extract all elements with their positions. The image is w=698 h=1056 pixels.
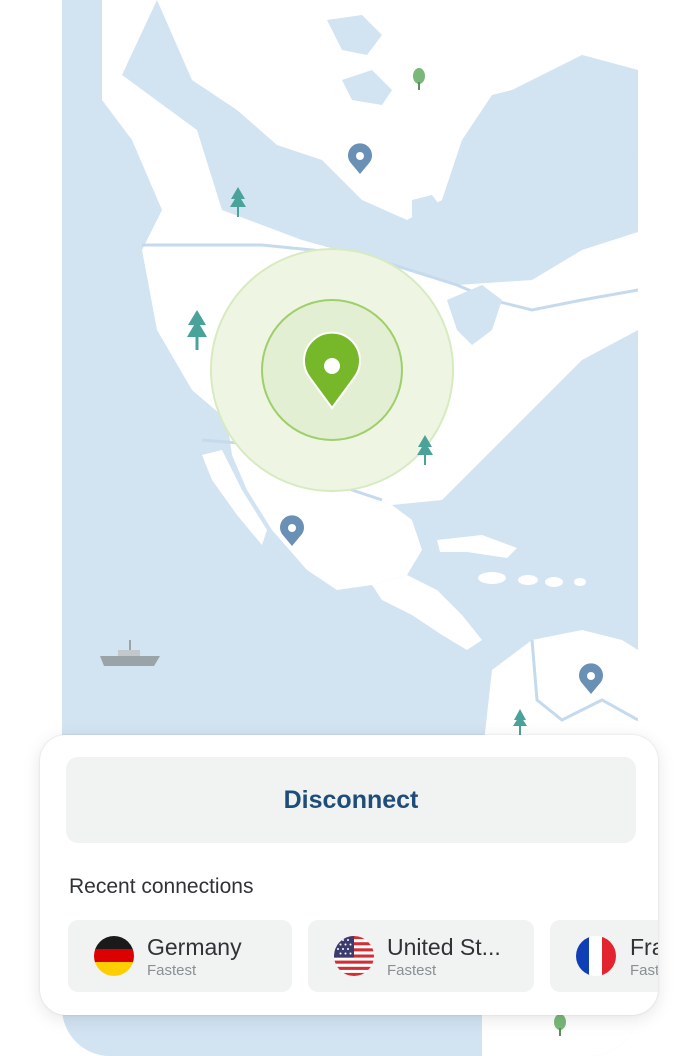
connection-panel: Disconnect Recent connections Germany Fa… — [40, 735, 658, 1015]
usa-flag-icon — [334, 936, 374, 976]
connection-country: Germany — [147, 934, 242, 960]
disconnect-button[interactable]: Disconnect — [66, 757, 636, 843]
land-island — [545, 577, 563, 587]
connection-country: Fra — [630, 934, 658, 960]
connection-country: United St... — [387, 934, 501, 960]
water-bay — [407, 195, 447, 265]
connection-server: Fastest — [387, 962, 437, 979]
land-island — [478, 572, 506, 584]
connection-server: Fast — [630, 962, 658, 979]
ship-icon — [100, 640, 160, 666]
germany-flag-icon — [94, 936, 134, 976]
tree-icon — [230, 187, 246, 217]
land-central-america — [372, 575, 482, 650]
land-island — [518, 575, 538, 585]
land-island — [574, 578, 586, 586]
recent-connections-title: Recent connections — [69, 875, 254, 898]
land-cuba — [437, 535, 517, 558]
recent-connection-france[interactable]: Fra Fast — [550, 920, 658, 992]
recent-connection-united-states[interactable]: United St... Fastest — [308, 920, 534, 992]
recent-connection-germany[interactable]: Germany Fastest — [68, 920, 292, 992]
connection-server: Fastest — [147, 962, 197, 979]
france-flag-icon — [576, 936, 616, 976]
